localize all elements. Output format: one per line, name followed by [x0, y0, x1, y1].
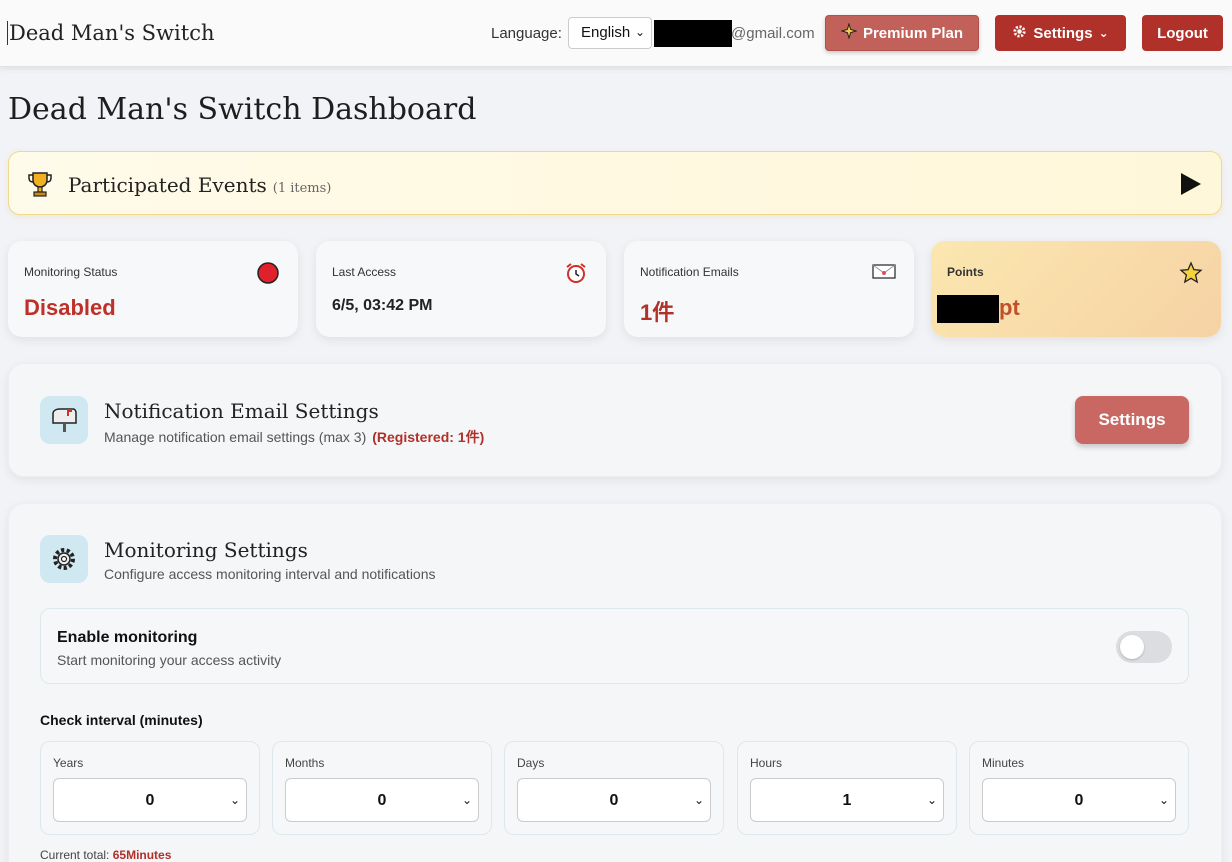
points-card: Points pt [931, 241, 1221, 337]
mailbox-icon [40, 396, 88, 444]
notification-emails-card: Notification Emails 1件 [624, 241, 914, 337]
interval-minutes-label: Minutes [982, 756, 1025, 770]
red-circle-icon [256, 261, 280, 290]
current-total-value: 65Minutes [112, 848, 172, 862]
points-label: Points [947, 265, 984, 279]
page-title: Dead Man's Switch Dashboard [8, 92, 477, 127]
notification-settings-button[interactable]: Settings [1075, 396, 1189, 444]
redacted-points-value [937, 295, 999, 323]
check-interval-label: Check interval (minutes) [40, 712, 203, 728]
play-icon[interactable] [1181, 173, 1201, 195]
interval-years-field: Years 0 ⌄ [40, 741, 260, 835]
chevron-down-icon: ⌄ [926, 793, 937, 807]
gear-icon [1012, 24, 1027, 43]
redacted-email-user [654, 20, 732, 47]
monitoring-status-label: Monitoring Status [24, 265, 118, 279]
interval-days-label: Days [517, 756, 545, 770]
interval-days-select[interactable]: 0 ⌄ [517, 778, 711, 822]
interval-days-value: 0 [609, 792, 619, 809]
events-count: (1 items) [272, 181, 332, 196]
settings-label: Settings [1033, 24, 1093, 42]
last-access-label: Last Access [332, 265, 397, 279]
language-label: Language: [491, 25, 562, 42]
chevron-down-icon: ⌄ [634, 25, 645, 39]
toggle-knob [1120, 635, 1144, 659]
chevron-down-icon: ⌄ [1158, 793, 1169, 807]
language-select[interactable]: English ⌄ [568, 17, 652, 49]
interval-hours-label: Hours [750, 756, 783, 770]
sparkle-icon [840, 22, 858, 43]
star-icon [1179, 261, 1203, 290]
last-access-value: 6/5, 03:42 PM [332, 297, 433, 314]
current-total: Current total: 65Minutes [40, 848, 171, 862]
interval-months-value: 0 [377, 792, 387, 809]
top-navbar: Dead Man's Switch Language: English ⌄ @g… [0, 0, 1232, 67]
monitoring-panel-subtitle: Configure access monitoring interval and… [104, 566, 436, 582]
interval-days-field: Days 0 ⌄ [504, 741, 724, 835]
events-title-text: Participated Events [68, 173, 267, 197]
interval-minutes-select[interactable]: 0 ⌄ [982, 778, 1176, 822]
alarm-clock-icon [564, 261, 588, 290]
settings-dropdown-button[interactable]: Settings ⌄ [995, 15, 1126, 51]
interval-years-label: Years [53, 756, 84, 770]
monitoring-status-card: Monitoring Status Disabled [8, 241, 298, 337]
points-suffix: pt [999, 295, 1020, 320]
brand-title[interactable]: Dead Man's Switch [7, 21, 214, 45]
chevron-down-icon: ⌄ [693, 793, 704, 807]
chevron-down-icon: ⌄ [229, 793, 240, 807]
events-title: Participated Events (1 items) [68, 173, 331, 197]
premium-plan-label: Premium Plan [862, 24, 964, 42]
last-access-card: Last Access 6/5, 03:42 PM [316, 241, 606, 337]
trophy-icon [27, 170, 53, 198]
interval-years-value: 0 [145, 792, 155, 809]
registered-count: (Registered: 1件) [372, 429, 485, 445]
notification-panel-title: Notification Email Settings [104, 399, 379, 423]
enable-monitoring-subtitle: Start monitoring your access activity [57, 652, 282, 668]
notification-panel-subtitle-text: Manage notification email settings (max … [104, 429, 367, 445]
chevron-down-icon: ⌄ [461, 793, 472, 807]
gear-icon [40, 535, 88, 583]
notification-emails-value: 1件 [640, 300, 675, 325]
user-email: @gmail.com [731, 25, 815, 42]
interval-hours-select[interactable]: 1 ⌄ [750, 778, 944, 822]
current-total-label: Current total: [40, 848, 110, 862]
enable-monitoring-toggle[interactable] [1116, 631, 1172, 663]
interval-months-label: Months [285, 756, 325, 770]
interval-months-field: Months 0 ⌄ [272, 741, 492, 835]
interval-years-select[interactable]: 0 ⌄ [53, 778, 247, 822]
interval-months-select[interactable]: 0 ⌄ [285, 778, 479, 822]
interval-minutes-field: Minutes 0 ⌄ [969, 741, 1189, 835]
logout-button[interactable]: Logout [1142, 15, 1223, 51]
enable-monitoring-row: Enable monitoring Start monitoring your … [40, 608, 1189, 684]
envelope-icon [872, 261, 896, 286]
notification-panel-subtitle: Manage notification email settings (max … [104, 427, 484, 447]
chevron-down-icon: ⌄ [1098, 26, 1109, 40]
interval-minutes-value: 0 [1074, 792, 1084, 809]
monitoring-status-value: Disabled [24, 295, 116, 320]
enable-monitoring-title: Enable monitoring [57, 629, 198, 646]
interval-hours-value: 1 [842, 792, 852, 809]
participated-events-banner[interactable]: Participated Events (1 items) [8, 151, 1222, 215]
premium-plan-button[interactable]: Premium Plan [825, 15, 979, 51]
monitoring-panel-title: Monitoring Settings [104, 538, 308, 562]
interval-hours-field: Hours 1 ⌄ [737, 741, 957, 835]
notification-emails-label: Notification Emails [640, 265, 739, 279]
language-select-value: English [581, 24, 631, 41]
